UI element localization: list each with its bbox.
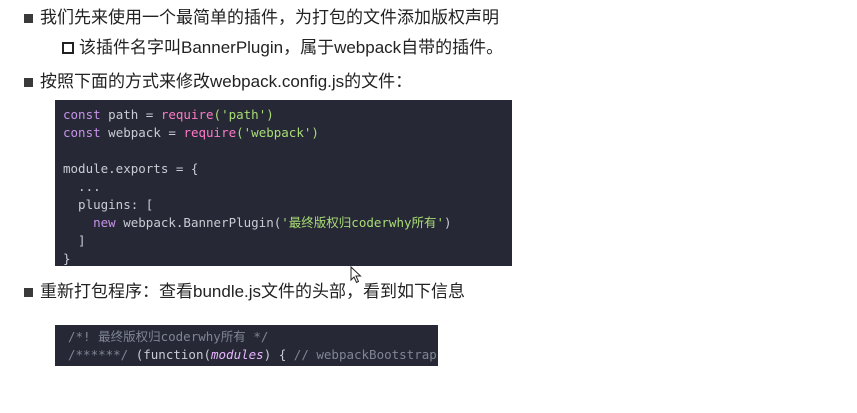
config-code-block: const path = require('path') const webpa… bbox=[55, 100, 512, 266]
bullet-3-text: 重新打包程序：查看bundle.js文件的头部，看到如下信息 bbox=[40, 282, 466, 301]
bundle-output-block: /*! 最终版权归coderwhy所有 */ /******/ (functio… bbox=[55, 325, 438, 366]
code-line: plugins: [ bbox=[63, 197, 154, 212]
bullet-1: 我们先来使用一个最简单的插件，为打包的文件添加版权声明 bbox=[24, 7, 499, 29]
code-line: const webpack = require('webpack') bbox=[63, 125, 319, 140]
bullet-3: 重新打包程序：查看bundle.js文件的头部，看到如下信息 bbox=[24, 281, 465, 303]
bullet-1-text: 我们先来使用一个最简单的插件，为打包的文件添加版权声明 bbox=[40, 8, 499, 27]
code-line: } bbox=[63, 251, 71, 266]
code-line: ... bbox=[63, 179, 101, 194]
code-line: /******/ (function(modules) { // webpack… bbox=[68, 347, 437, 362]
bullet-2: 按照下面的方式来修改webpack.config.js的文件： bbox=[24, 71, 412, 93]
square-bullet-icon bbox=[24, 77, 33, 87]
code-line: new webpack.BannerPlugin('最终版权归coderwhy所… bbox=[63, 215, 452, 230]
square-bullet-icon bbox=[24, 13, 33, 23]
bullet-2-text: 按照下面的方式来修改webpack.config.js的文件： bbox=[40, 72, 413, 91]
sub-bullet-text: 该插件名字叫BannerPlugin，属于webpack自带的插件。 bbox=[79, 38, 504, 57]
square-bullet-icon bbox=[24, 287, 33, 297]
sub-bullet: 该插件名字叫BannerPlugin，属于webpack自带的插件。 bbox=[62, 37, 503, 59]
hollow-square-bullet-icon bbox=[62, 42, 74, 54]
code-line: const path = require('path') bbox=[63, 107, 274, 122]
code-line: /*! 最终版权归coderwhy所有 */ bbox=[68, 329, 269, 344]
code-line: ] bbox=[63, 233, 86, 248]
code-line: module.exports = { bbox=[63, 161, 199, 176]
